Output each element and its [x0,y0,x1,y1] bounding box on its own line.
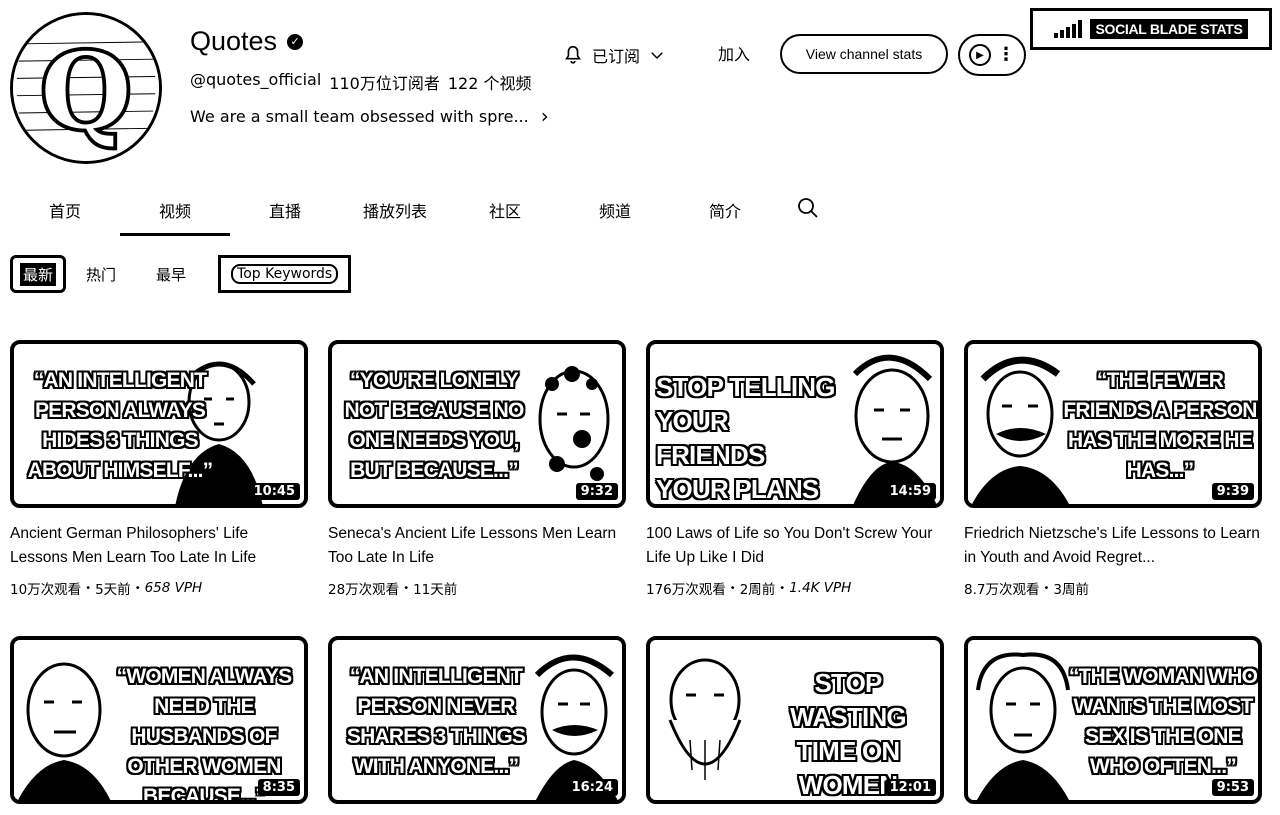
channel-avatar[interactable]: Q Q [10,12,162,164]
thumbnail-quote: “THE WOMAN WHO WANTS THE MOST SEX IS THE… [1068,665,1258,778]
video-duration: 9:32 [575,483,618,500]
video-title[interactable]: Friedrich Nietzsche's Life Lessons to Le… [964,522,1262,570]
channel-tabs: 首页 视频 直播 播放列表 社区 频道 简介 [10,190,836,236]
chip-oldest[interactable]: 最早 [136,255,206,293]
channel-search-button[interactable] [780,190,836,236]
tab-channels[interactable]: 频道 [560,190,670,236]
video-card: STOP TELLING YOUR FRIENDS YOUR PLANS 14:… [646,340,944,598]
bearded-man-portrait-image [650,640,760,800]
svg-text:Q: Q [40,29,132,153]
upload-age: 11天前 [413,582,458,598]
video-meta: 176万次观看 • 2周前 • 1.4K VPH [646,578,944,598]
more-vert-icon: ⋮ [997,44,1015,65]
video-card: “THE FEWER FRIENDS A PERSON HAS THE MORE… [964,340,1262,598]
video-duration: 8:35 [257,779,300,796]
tab-playlists[interactable]: 播放列表 [340,190,450,236]
quotes-logo-icon: Q Q [13,15,159,161]
subscribed-label: 已订阅 [592,47,641,66]
video-thumbnail[interactable]: “WOMEN ALWAYS NEED THE HUSBANDS OF OTHER… [10,636,308,804]
views-per-hour: 1.4K VPH [789,580,852,596]
thumbnail-quote: “AN INTELLIGENT PERSON NEVER SHARES 3 TH… [346,665,526,778]
channel-description[interactable]: We are a small team obsessed with spre..… [190,106,549,126]
video-title[interactable]: 100 Laws of Life so You Don't Screw Your… [646,522,944,570]
chip-top-keywords-label: Top Keywords [231,264,339,284]
bell-icon [565,45,581,64]
video-thumbnail[interactable]: STOP TELLING YOUR FRIENDS YOUR PLANS 14:… [646,340,944,508]
separator-dot: • [729,582,736,594]
search-icon [798,198,818,218]
separator-dot: • [403,582,410,594]
view-channel-stats-button[interactable]: View channel stats [780,34,948,74]
thumbnail-quote: “YOU'RE LONELY NOT BECAUSE NO ONE NEEDS … [344,369,525,482]
upload-age: 5天前 [95,582,131,598]
social-blade-label: SOCIAL BLADE STATS [1090,19,1248,39]
subscribed-button[interactable]: 已订阅 [556,38,672,72]
chip-latest[interactable]: 最新 [10,255,67,293]
tab-live[interactable]: 直播 [230,190,340,236]
tab-community[interactable]: 社区 [450,190,560,236]
tab-about[interactable]: 简介 [670,190,780,236]
franklin-portrait-image [968,640,1078,800]
separator-dot: • [1043,582,1050,594]
view-count: 176万次观看 [646,582,726,598]
sort-chips: 最新 热门 最早 Top Keywords [10,255,352,293]
separator-dot: • [85,582,92,594]
video-duration: 16:24 [566,779,618,796]
chip-latest-label: 最新 [20,262,57,286]
signal-bars-icon [1054,20,1083,38]
subscriber-count: 110万位订阅者 [329,74,440,93]
video-title[interactable]: Ancient German Philosophers' Life Lesson… [10,522,308,570]
chip-popular[interactable]: 热门 [66,255,136,293]
tab-home[interactable]: 首页 [10,190,120,236]
play-icon: ▶ [969,44,991,66]
video-thumbnail[interactable]: “THE WOMAN WHO WANTS THE MOST SEX IS THE… [964,636,1262,804]
social-blade-stats-button[interactable]: SOCIAL BLADE STATS [1030,8,1272,50]
video-duration: 10:45 [248,483,300,500]
video-thumbnail[interactable]: “AN INTELLIGENT PERSON NEVER SHARES 3 TH… [328,636,626,804]
thumbnail-quote: “AN INTELLIGENT PERSON ALWAYS HIDES 3 TH… [27,369,214,482]
video-thumbnail[interactable]: “THE FEWER FRIENDS A PERSON HAS THE MORE… [964,340,1262,508]
separator-dot: • [779,582,786,594]
video-meta: 10万次观看 • 5天前 • 658 VPH [10,578,308,598]
video-card: “THE WOMAN WHO WANTS THE MOST SEX IS THE… [964,636,1262,804]
thumbnail-quote: STOP TELLING YOUR FRIENDS YOUR PLANS [656,372,835,504]
video-thumbnail[interactable]: “AN INTELLIGENT PERSON ALWAYS HIDES 3 TH… [10,340,308,508]
description-text: We are a small team obsessed with spre..… [190,106,529,126]
join-button[interactable]: 加入 [712,38,756,72]
video-duration: 9:39 [1211,483,1254,500]
video-card: “AN INTELLIGENT PERSON ALWAYS HIDES 3 TH… [10,340,308,598]
video-thumbnail[interactable]: “YOU'RE LONELY NOT BECAUSE NO ONE NEEDS … [328,340,626,508]
video-duration: 9:53 [1211,779,1254,796]
video-card: “YOU'RE LONELY NOT BECAUSE NO ONE NEEDS … [328,340,626,598]
video-count: 122 个视频 [447,74,532,93]
thumbnail-quote: “THE FEWER FRIENDS A PERSON HAS THE MORE… [1063,369,1257,482]
chevron-right-icon: › [540,104,549,128]
extension-menu-button[interactable]: ▶ ⋮ [958,34,1026,76]
video-grid: “AN INTELLIGENT PERSON ALWAYS HIDES 3 TH… [10,340,1262,804]
chevron-down-icon [651,52,663,60]
separator-dot: • [134,582,141,594]
video-duration: 14:59 [884,483,936,500]
upload-age: 2周前 [739,582,776,598]
video-duration: 12:01 [884,779,936,796]
views-per-hour: 658 VPH [144,580,203,596]
video-meta: 28万次观看 • 11天前 [328,578,626,598]
upload-age: 3周前 [1053,582,1089,598]
verified-check-icon: ✓ [287,33,304,50]
channel-handle: @quotes_official [190,70,322,89]
video-title[interactable]: Seneca's Ancient Life Lessons Men Learn … [328,522,626,570]
channel-name: Quotes [190,26,278,56]
tab-videos[interactable]: 视频 [120,190,230,236]
channel-meta: @quotes_official 110万位订阅者 122 个视频 [190,70,531,94]
view-count: 8.7万次观看 [964,582,1040,598]
video-card: “WOMEN ALWAYS NEED THE HUSBANDS OF OTHER… [10,636,308,804]
video-thumbnail[interactable]: STOP WASTING TIME ON WOMEN 12:01 [646,636,944,804]
view-count: 28万次观看 [328,582,400,598]
view-count: 10万次观看 [10,582,82,598]
video-card: “AN INTELLIGENT PERSON NEVER SHARES 3 TH… [328,636,626,804]
video-meta: 8.7万次观看 • 3周前 [964,578,1262,598]
channel-title-row: Quotes ✓ [190,26,304,57]
chip-top-keywords[interactable]: Top Keywords [218,255,352,293]
video-card: STOP WASTING TIME ON WOMEN 12:01 [646,636,944,804]
